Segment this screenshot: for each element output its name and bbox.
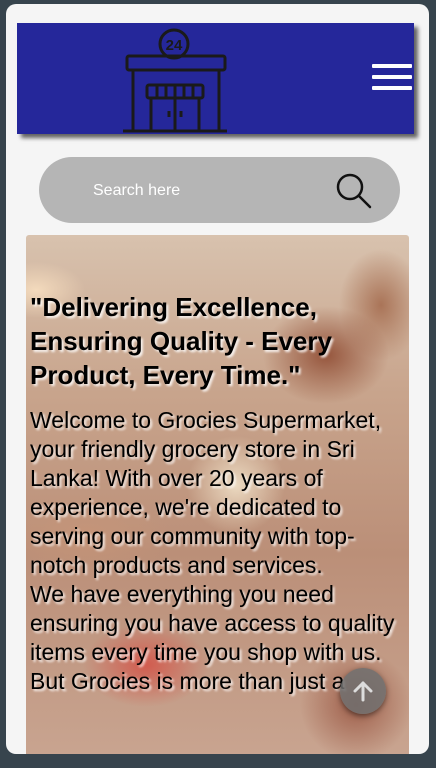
menu-bar (372, 64, 412, 68)
hamburger-menu-icon[interactable] (372, 64, 412, 94)
site-header: 24 (17, 23, 414, 134)
menu-bar (372, 75, 412, 79)
arrow-up-icon (353, 681, 373, 702)
search-input[interactable] (91, 177, 315, 205)
scroll-to-top-button[interactable] (340, 668, 386, 714)
hero-content: "Delivering Excellence, Ensuring Quality… (30, 290, 408, 696)
hero-paragraph: Welcome to Grocies Supermarket, your fri… (30, 407, 382, 578)
menu-bar (372, 86, 412, 90)
hero-title: "Delivering Excellence, Ensuring Quality… (30, 292, 332, 390)
search-icon[interactable] (335, 172, 373, 210)
search-bar (39, 157, 400, 223)
hero-paragraph: We have everything you need ensuring you… (30, 581, 395, 665)
logo-badge-text: 24 (166, 37, 183, 54)
store-24-hours-icon[interactable]: 24 (119, 25, 231, 135)
app-viewport: 24 "Delivering Excellence, Ensuring Qual… (6, 4, 429, 754)
